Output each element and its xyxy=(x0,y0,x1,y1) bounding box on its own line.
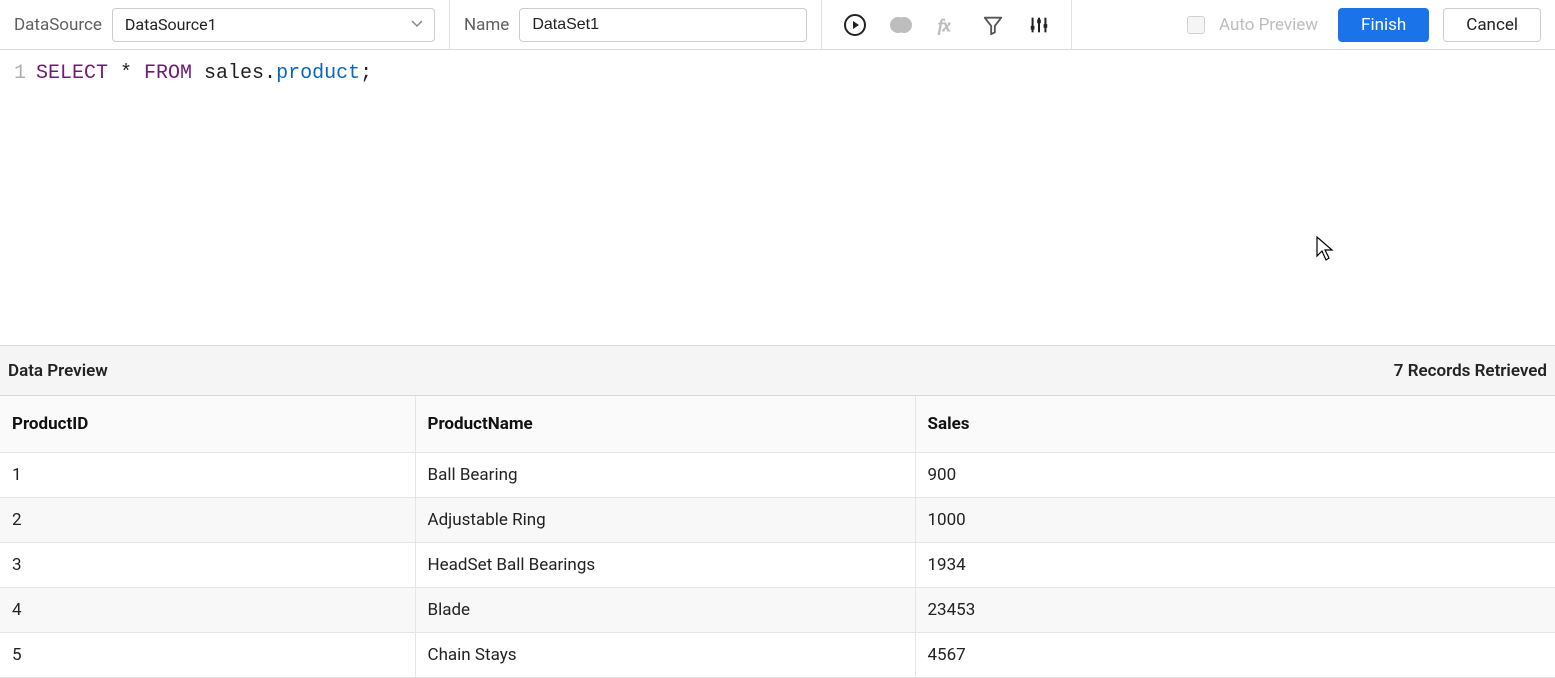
cell-sales: 1000 xyxy=(915,497,1555,542)
cell-sales: 900 xyxy=(915,452,1555,497)
col-header-sales[interactable]: Sales xyxy=(915,396,1555,452)
preview-header: Data Preview 7 Records Retrieved xyxy=(0,346,1555,396)
toolbar: DataSource DataSource1 Name fx xyxy=(0,0,1555,50)
line-gutter: 1 xyxy=(0,50,32,345)
sql-table: product xyxy=(276,62,360,85)
sql-editor[interactable]: 1 SELECT * FROM sales.product; xyxy=(0,50,1555,346)
actions-group: Auto Preview Finish Cancel xyxy=(1072,0,1555,49)
preview-table: ProductID ProductName Sales 1Ball Bearin… xyxy=(0,396,1555,678)
table-header-row: ProductID ProductName Sales xyxy=(0,396,1555,452)
filter-icon[interactable] xyxy=(980,12,1006,38)
run-icon[interactable] xyxy=(842,12,868,38)
cell-productname: Adjustable Ring xyxy=(415,497,915,542)
cancel-button[interactable]: Cancel xyxy=(1443,8,1541,42)
cell-productid: 4 xyxy=(0,587,415,632)
col-header-productid[interactable]: ProductID xyxy=(0,396,415,452)
preview-title: Data Preview xyxy=(8,361,108,381)
datasource-group: DataSource DataSource1 xyxy=(0,0,450,49)
preview-status: 7 Records Retrieved xyxy=(1394,361,1547,381)
table-row[interactable]: 2Adjustable Ring1000 xyxy=(0,497,1555,542)
datasource-select-wrap: DataSource1 xyxy=(112,8,435,42)
cell-productname: Ball Bearing xyxy=(415,452,915,497)
code-area[interactable]: SELECT * FROM sales.product; xyxy=(32,50,1555,345)
datasource-value: DataSource1 xyxy=(125,15,217,34)
cell-productid: 1 xyxy=(0,452,415,497)
col-header-productname[interactable]: ProductName xyxy=(415,396,915,452)
cell-productname: Chain Stays xyxy=(415,632,915,677)
name-label: Name xyxy=(464,15,509,35)
sql-keyword-from: FROM xyxy=(144,62,192,85)
join-icon xyxy=(888,12,914,38)
svg-text:fx: fx xyxy=(938,16,951,35)
auto-preview-label: Auto Preview xyxy=(1219,15,1318,35)
cell-productid: 3 xyxy=(0,542,415,587)
datasource-label: DataSource xyxy=(14,15,102,35)
tools-group: fx xyxy=(822,0,1072,49)
cell-productid: 5 xyxy=(0,632,415,677)
cell-productname: HeadSet Ball Bearings xyxy=(415,542,915,587)
name-group: Name xyxy=(450,0,822,49)
table-row[interactable]: 5Chain Stays4567 xyxy=(0,632,1555,677)
table-row[interactable]: 1Ball Bearing900 xyxy=(0,452,1555,497)
sql-keyword-select: SELECT xyxy=(36,62,108,85)
settings-sliders-icon[interactable] xyxy=(1026,12,1052,38)
fx-icon: fx xyxy=(934,12,960,38)
sql-star: * xyxy=(108,62,144,85)
name-input[interactable] xyxy=(519,8,807,42)
auto-preview-checkbox[interactable] xyxy=(1187,16,1205,34)
cell-productid: 2 xyxy=(0,497,415,542)
sql-semicolon: ; xyxy=(360,62,372,85)
cell-sales: 4567 xyxy=(915,632,1555,677)
cell-sales: 23453 xyxy=(915,587,1555,632)
finish-button[interactable]: Finish xyxy=(1338,8,1429,42)
sql-schema: sales. xyxy=(192,62,276,85)
table-row[interactable]: 4Blade23453 xyxy=(0,587,1555,632)
cell-productname: Blade xyxy=(415,587,915,632)
datasource-select[interactable]: DataSource1 xyxy=(112,8,435,42)
table-row[interactable]: 3HeadSet Ball Bearings1934 xyxy=(0,542,1555,587)
line-number: 1 xyxy=(0,60,26,88)
cell-sales: 1934 xyxy=(915,542,1555,587)
